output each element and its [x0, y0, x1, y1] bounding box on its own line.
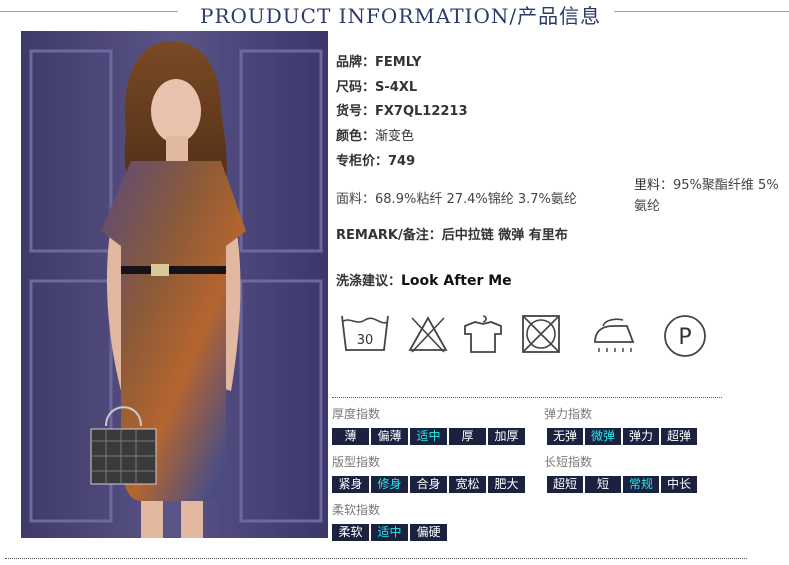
sku-row: 货号：FX7QL12213	[336, 100, 468, 119]
hang-dry-icon	[461, 312, 505, 366]
softness-option-selected: 适中	[371, 524, 408, 541]
product-photo	[21, 31, 328, 538]
thickness-title: 厚度指数	[332, 407, 381, 421]
color-value: 渐变色	[375, 129, 415, 144]
length-title: 长短指数	[544, 455, 593, 469]
thickness-option: 加厚	[488, 428, 525, 445]
elasticity-scale: 无弹 微弹 弹力 超弹	[547, 428, 697, 445]
wash-row: 洗涤建议：Look After Me	[336, 270, 512, 289]
thickness-option-selected: 适中	[410, 428, 447, 445]
wash-label: 洗涤建议：	[336, 274, 402, 289]
fit-option: 紧身	[332, 476, 369, 493]
thickness-option: 薄	[332, 428, 369, 445]
length-option: 超短	[547, 476, 583, 493]
wash-30-icon: 30	[338, 312, 392, 366]
dry-clean-p-icon: P	[662, 312, 708, 366]
length-option: 中长	[661, 476, 697, 493]
low-iron-icon	[589, 312, 637, 366]
fabric-row: 面料：68.9%粘纤 27.4%锦纶 3.7%氨纶	[336, 188, 577, 207]
fit-scale: 紧身 修身 合身 宽松 肥大	[332, 476, 525, 493]
softness-option: 偏硬	[410, 524, 447, 541]
divider	[5, 558, 747, 559]
price-label: 专柜价：	[336, 154, 389, 169]
brand-row: 品牌：FEMLY	[336, 51, 421, 70]
remark-row: REMARK/备注：后中拉链 微弹 有里布	[336, 224, 568, 243]
softness-option: 柔软	[332, 524, 369, 541]
fit-option: 肥大	[488, 476, 525, 493]
softness-title: 柔软指数	[332, 503, 381, 517]
color-label: 颜色：	[336, 129, 376, 144]
size-value: S-4XL	[375, 80, 418, 95]
remark-value: 后中拉链 微弹 有里布	[441, 228, 568, 243]
wash-value: Look After Me	[401, 273, 512, 289]
brand-value: FEMLY	[375, 55, 422, 70]
section-title: PROUDUCT INFORMATION/产品信息	[200, 4, 602, 28]
fit-option: 宽松	[449, 476, 486, 493]
header-rule-left	[0, 11, 178, 12]
elasticity-option: 弹力	[623, 428, 659, 445]
price-row: 专柜价：749	[336, 150, 415, 169]
thickness-option: 厚	[449, 428, 486, 445]
dry-clean-text: P	[678, 325, 691, 350]
softness-scale: 柔软 适中 偏硬	[332, 524, 447, 541]
sku-value: FX7QL12213	[375, 104, 468, 119]
size-label: 尺码：	[336, 80, 376, 95]
size-row: 尺码：S-4XL	[336, 76, 417, 95]
length-option-selected: 常规	[623, 476, 659, 493]
remark-label: REMARK/备注：	[336, 228, 442, 243]
fabric-label: 面料：	[336, 192, 376, 207]
elasticity-title: 弹力指数	[544, 407, 593, 421]
divider	[332, 397, 722, 398]
color-row: 颜色：渐变色	[336, 125, 414, 144]
lining-row: 里料：95%聚酯纤维 5%氨纶	[634, 175, 789, 217]
fabric-value: 68.9%粘纤 27.4%锦纶 3.7%氨纶	[375, 192, 577, 207]
elasticity-option: 超弹	[661, 428, 697, 445]
fit-title: 版型指数	[332, 455, 381, 469]
no-tumble-dry-icon	[519, 312, 563, 366]
sku-label: 货号：	[336, 104, 376, 119]
wash-temp-text: 30	[357, 333, 374, 348]
length-option: 短	[585, 476, 621, 493]
header-rule-right	[614, 11, 789, 12]
elasticity-option: 无弹	[547, 428, 583, 445]
brand-label: 品牌：	[336, 55, 376, 70]
section-header: PROUDUCT INFORMATION/产品信息	[0, 0, 789, 30]
thickness-option: 偏薄	[371, 428, 408, 445]
fit-option-selected: 修身	[371, 476, 408, 493]
thickness-scale: 薄 偏薄 适中 厚 加厚	[332, 428, 525, 445]
no-bleach-icon	[406, 312, 450, 366]
lining-label: 里料：	[634, 178, 674, 193]
elasticity-option-selected: 微弹	[585, 428, 621, 445]
price-value: 749	[388, 154, 416, 169]
fit-option: 合身	[410, 476, 447, 493]
length-scale: 超短 短 常规 中长	[547, 476, 697, 493]
